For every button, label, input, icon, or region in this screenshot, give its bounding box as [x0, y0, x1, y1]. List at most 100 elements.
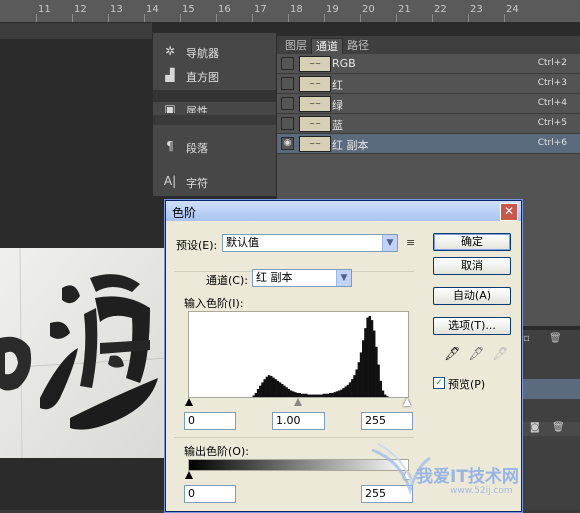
channel-value: 红 副本	[256, 271, 293, 284]
visibility-toggle[interactable]	[281, 77, 294, 90]
histogram-bar	[274, 379, 277, 397]
histogram-bar	[261, 382, 264, 397]
histogram-bar	[366, 317, 369, 397]
auto-button[interactable]: 自动(A)	[433, 287, 511, 305]
dialog-titlebar[interactable]: 色阶 ✕	[166, 201, 521, 221]
navigator-label: 导航器	[186, 47, 219, 60]
histogram-panel-item[interactable]: ▟ 直方图	[153, 65, 276, 87]
properties-panel-item[interactable]: ▣ 属性	[153, 99, 276, 113]
histogram	[188, 311, 409, 398]
eye-icon[interactable]: ◉	[281, 137, 294, 150]
delete-channel-icon[interactable]: 🗑	[549, 333, 562, 344]
input-black-slider[interactable]	[185, 398, 193, 406]
gray-eyedropper-icon[interactable]: 🖋	[468, 347, 485, 362]
histogram-bar	[278, 382, 282, 397]
histogram-bar	[344, 386, 347, 397]
histogram-bar	[331, 392, 334, 397]
character-icon: A|	[163, 174, 177, 188]
tab-layers[interactable]: 图层	[281, 38, 311, 53]
channel-row[interactable]: ~~ RGB Ctrl+2	[277, 54, 580, 74]
character-panel-item[interactable]: A| 字符	[153, 171, 276, 193]
histogram-bar	[348, 382, 352, 397]
histogram-bar	[375, 346, 378, 397]
channel-shortcut: Ctrl+3	[537, 78, 567, 88]
chevron-down-icon: ▼	[382, 235, 397, 251]
dialog-title: 色阶	[172, 206, 197, 220]
histogram-bar	[329, 392, 332, 397]
histogram-bar	[316, 394, 319, 397]
panel-tabs: 图层 通道 路径	[277, 36, 580, 54]
visibility-toggle[interactable]	[281, 117, 294, 130]
histogram-bar	[320, 394, 323, 397]
preset-options-icon[interactable]: ≡	[406, 236, 415, 249]
channel-thumbnail: ~~	[299, 56, 331, 72]
options-button[interactable]: 选项(T)...	[433, 317, 511, 335]
channel-row[interactable]: ~~ 绿 Ctrl+4	[277, 94, 580, 114]
channel-thumbnail: ~~	[299, 136, 331, 152]
histogram-bar	[263, 379, 266, 397]
channel-select[interactable]: 红 副本 ▼	[252, 269, 352, 287]
input-gamma-slider[interactable]	[294, 398, 302, 406]
input-gamma-field[interactable]: 1.00	[272, 412, 325, 430]
selected-layer-row[interactable]	[512, 379, 580, 399]
histogram-bar	[309, 394, 312, 397]
visibility-toggle[interactable]	[281, 57, 294, 70]
preview-checkbox[interactable]: ✓	[433, 377, 445, 389]
histogram-label: 直方图	[186, 71, 219, 84]
ruler-tick-label: 19	[326, 4, 339, 15]
ruler-tick-label: 21	[398, 4, 411, 15]
ruler-tick-label: 24	[506, 4, 519, 15]
histogram-bar	[318, 394, 321, 397]
watermark-text: 我爱IT技术网	[416, 467, 519, 487]
input-levels-label: 输入色阶(I):	[184, 297, 244, 310]
channel-name: 红 副本	[332, 139, 369, 152]
preset-select[interactable]: 默认值 ▼	[222, 234, 398, 252]
tab-channels[interactable]: 通道	[311, 38, 343, 54]
site-watermark: 我爱IT技术网 www.52ij.com	[370, 440, 580, 510]
ruler-tick-mark	[216, 14, 217, 22]
channel-thumbnail: ~~	[299, 76, 331, 92]
channel-row[interactable]: ◉ ~~ 红 副本 Ctrl+6	[277, 134, 580, 154]
histogram-bar	[291, 391, 295, 397]
ruler-tick-label: 13	[110, 4, 123, 15]
navigator-panel-item[interactable]: ✲ 导航器	[153, 41, 276, 63]
close-button[interactable]: ✕	[500, 203, 518, 221]
histogram-bar	[285, 387, 288, 397]
camera-icon[interactable]: ◙	[530, 422, 540, 433]
input-white-slider[interactable]	[403, 398, 411, 406]
properties-icon: ▣	[164, 102, 176, 113]
histogram-bar	[362, 340, 365, 397]
ok-button[interactable]: 确定	[433, 233, 511, 251]
channel-name: RGB	[332, 57, 356, 70]
calligraphy-image	[0, 248, 168, 458]
histogram-bar	[381, 390, 385, 397]
tab-paths[interactable]: 路径	[343, 38, 373, 53]
ruler-tick-mark	[432, 14, 433, 22]
output-black-field[interactable]: 0	[184, 485, 236, 503]
input-white-field[interactable]: 255	[361, 412, 413, 430]
channel-shortcut: Ctrl+4	[537, 98, 567, 108]
histogram-bar	[270, 375, 273, 397]
histogram-bar	[272, 377, 275, 397]
preset-value: 默认值	[226, 236, 259, 249]
channel-row[interactable]: ~~ 红 Ctrl+3	[277, 74, 580, 94]
histogram-bar	[357, 362, 361, 397]
new-channel-icon[interactable]: ▫	[523, 333, 530, 344]
paragraph-panel-item[interactable]: ¶ 段落	[153, 136, 276, 158]
white-eyedropper-icon[interactable]: 🖋	[492, 347, 509, 362]
ruler-tick-mark	[252, 14, 253, 22]
trash-icon[interactable]: 🗑	[552, 422, 565, 433]
output-black-slider[interactable]	[185, 471, 193, 479]
visibility-toggle[interactable]	[281, 97, 294, 110]
channel-row[interactable]: ~~ 蓝 Ctrl+5	[277, 114, 580, 134]
histogram-bar	[267, 375, 271, 397]
ruler-tick-label: 23	[470, 4, 483, 15]
cancel-button[interactable]: 取消	[433, 257, 511, 275]
input-black-field[interactable]: 0	[184, 412, 236, 430]
histogram-bar	[364, 328, 367, 397]
histogram-bar	[289, 390, 293, 397]
histogram-bar	[370, 320, 374, 397]
histogram-bar	[333, 392, 337, 397]
black-eyedropper-icon[interactable]: 🖋	[444, 347, 461, 362]
histogram-bar	[340, 389, 343, 397]
